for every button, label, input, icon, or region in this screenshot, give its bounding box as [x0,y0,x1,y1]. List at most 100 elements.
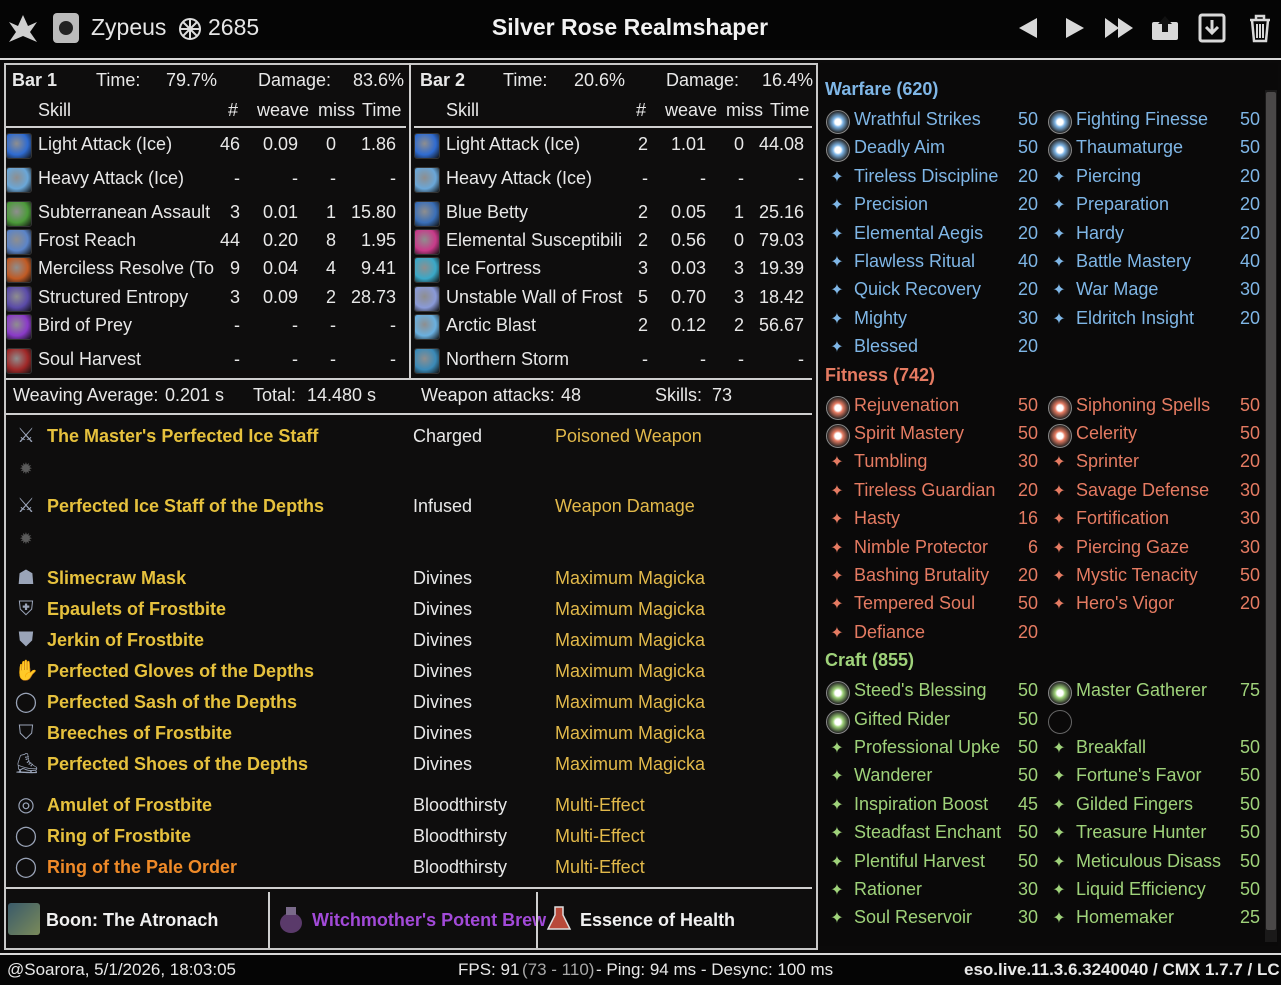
cp-star-name[interactable]: Wrathful Strikes [854,109,981,130]
cp-star-name[interactable]: Savage Defense [1076,480,1209,501]
cp-star-name[interactable]: Homemaker [1076,907,1174,928]
cp-star-name[interactable]: Deadly Aim [854,137,945,158]
cp-star-name[interactable]: Blessed [854,336,918,357]
cp-star-points: 20 [1239,307,1260,328]
cp-star-name[interactable]: Professional Upke [854,737,1000,758]
gear-name: Ring of Frostbite [47,826,191,846]
cp-star-name[interactable]: Fortune's Favor [1076,765,1201,786]
cp-star-name[interactable]: Hardy [1076,223,1124,244]
slotted-star-icon[interactable] [1048,110,1072,134]
slotted-star-icon[interactable] [1048,395,1072,420]
cp-star-name[interactable]: Fighting Finesse [1076,109,1208,130]
cp-star-name[interactable]: Master Gatherer [1076,680,1207,701]
cp-star-name[interactable]: Hasty [854,508,900,529]
bar2-col-miss: miss [726,100,763,120]
cp-star-name[interactable]: Precision [854,194,928,215]
next-arrow-icon[interactable] [1058,12,1090,44]
skill-icon [6,257,32,283]
passive-star-icon: ✦ [1052,568,1066,585]
prev-arrow-icon[interactable] [1013,12,1045,44]
weave-time: - [292,315,298,335]
cp-star-name[interactable]: Elemental Aegis [854,223,983,244]
time-between: 56.67 [758,315,804,335]
skill-name: Light Attack (Ice) [38,134,173,154]
gear-trait: Bloodthirsty [413,826,508,846]
gear-trait: Divines [413,661,473,681]
passive-star-icon: ✦ [1052,454,1066,472]
upload-icon[interactable] [1149,12,1181,44]
gear-name: Amulet of Frostbite [47,795,212,815]
slotted-star-icon[interactable] [1048,424,1072,448]
miss-count: 0 [325,134,336,154]
cast-count: 5 [637,287,648,307]
scrollbar-thumb[interactable] [1266,92,1276,930]
cp-star-name[interactable]: Sprinter [1076,451,1139,472]
cp-star-points: 30 [1239,279,1260,300]
bar2-col-count: # [636,100,647,120]
cp-star-name[interactable]: Eldritch Insight [1076,308,1194,329]
cp-star-name[interactable]: Liquid Efficiency [1076,879,1206,900]
cp-star-name[interactable]: Nimble Protector [854,537,988,558]
cp-star-name[interactable]: War Mage [1076,279,1158,300]
passive-star-icon: ✦ [1052,853,1066,871]
delete-icon[interactable] [1244,12,1276,44]
cp-star-name[interactable]: Defiance [854,622,925,643]
passive-star-icon: ✦ [1052,511,1066,529]
cp-star-name[interactable]: Rationer [854,879,922,900]
cp-star-name[interactable]: Mighty [854,308,907,329]
cp-star-name[interactable]: Treasure Hunter [1076,822,1206,843]
cp-star-name[interactable]: Breakfall [1076,737,1146,758]
empty-star-slot[interactable] [1048,709,1072,734]
miss-count: 1 [733,202,744,222]
cp-star-name[interactable]: Soul Reservoir [854,907,972,928]
cp-star-name[interactable]: Bashing Brutality [854,565,989,586]
cp-star-name[interactable]: Spirit Mastery [854,423,964,444]
cp-star-name[interactable]: Plentiful Harvest [854,851,985,872]
cp-star-name[interactable]: Quick Recovery [854,279,981,300]
save-icon[interactable] [1196,12,1228,44]
bar1-damage-label: Damage: [258,70,332,90]
passive-star-icon: ✦ [830,853,844,871]
fast-forward-icon[interactable] [1103,12,1135,44]
cp-star-name[interactable]: Rejuvenation [854,395,959,416]
cp-star-points: 50 [1017,593,1038,614]
cp-star-name[interactable]: Hero's Vigor [1076,593,1174,614]
slotted-star-icon[interactable] [826,110,850,134]
cp-star-name[interactable]: Steadfast Enchant [854,822,1001,843]
slotted-star-icon[interactable] [826,395,850,420]
cp-star-name[interactable]: Fortification [1076,508,1169,529]
cp-star-name[interactable]: Piercing Gaze [1076,537,1189,558]
cp-star-name[interactable]: Steed's Blessing [854,680,987,701]
cp-star-name[interactable]: Mystic Tenacity [1076,565,1198,586]
gear-trait: Divines [413,692,473,712]
cp-star-name[interactable]: Gilded Fingers [1076,794,1193,815]
cp-star-name[interactable]: Piercing [1076,166,1141,187]
passive-star-icon: ✦ [830,482,844,500]
cp-star-name[interactable]: Tireless Guardian [854,480,995,501]
fps-label: FPS: 91 [458,960,520,979]
slotted-star-icon[interactable] [826,681,850,706]
cp-star-name[interactable]: Celerity [1076,423,1137,444]
cp-star-name[interactable]: Siphoning Spells [1076,395,1210,416]
passive-star-icon: ✦ [1052,539,1066,557]
miss-count: 3 [733,258,744,278]
time-between: 19.39 [758,258,804,278]
weave-time: 0.09 [262,134,298,154]
cp-star-name[interactable]: Battle Mastery [1076,251,1191,272]
cp-star-name[interactable]: Meticulous Disass [1076,851,1221,872]
cp-star-name[interactable]: Inspiration Boost [854,794,988,815]
cp-star-name[interactable]: Tumbling [854,451,927,472]
cp-star-name[interactable]: Thaumaturge [1076,137,1183,158]
slotted-star-icon[interactable] [826,424,850,448]
cp-star-points: 20 [1017,222,1038,243]
slotted-star-icon[interactable] [826,709,850,734]
cp-star-name[interactable]: Gifted Rider [854,709,950,730]
cp-star-name[interactable]: Preparation [1076,194,1169,215]
cp-star-name[interactable]: Flawless Ritual [854,251,975,272]
cast-count: 46 [219,134,240,154]
gear-enchant: Maximum Magicka [555,692,706,712]
slotted-star-icon[interactable] [1048,681,1072,706]
cp-star-name[interactable]: Tireless Discipline [854,166,998,187]
cp-star-name[interactable]: Wanderer [854,765,932,786]
cp-star-name[interactable]: Tempered Soul [854,593,975,614]
